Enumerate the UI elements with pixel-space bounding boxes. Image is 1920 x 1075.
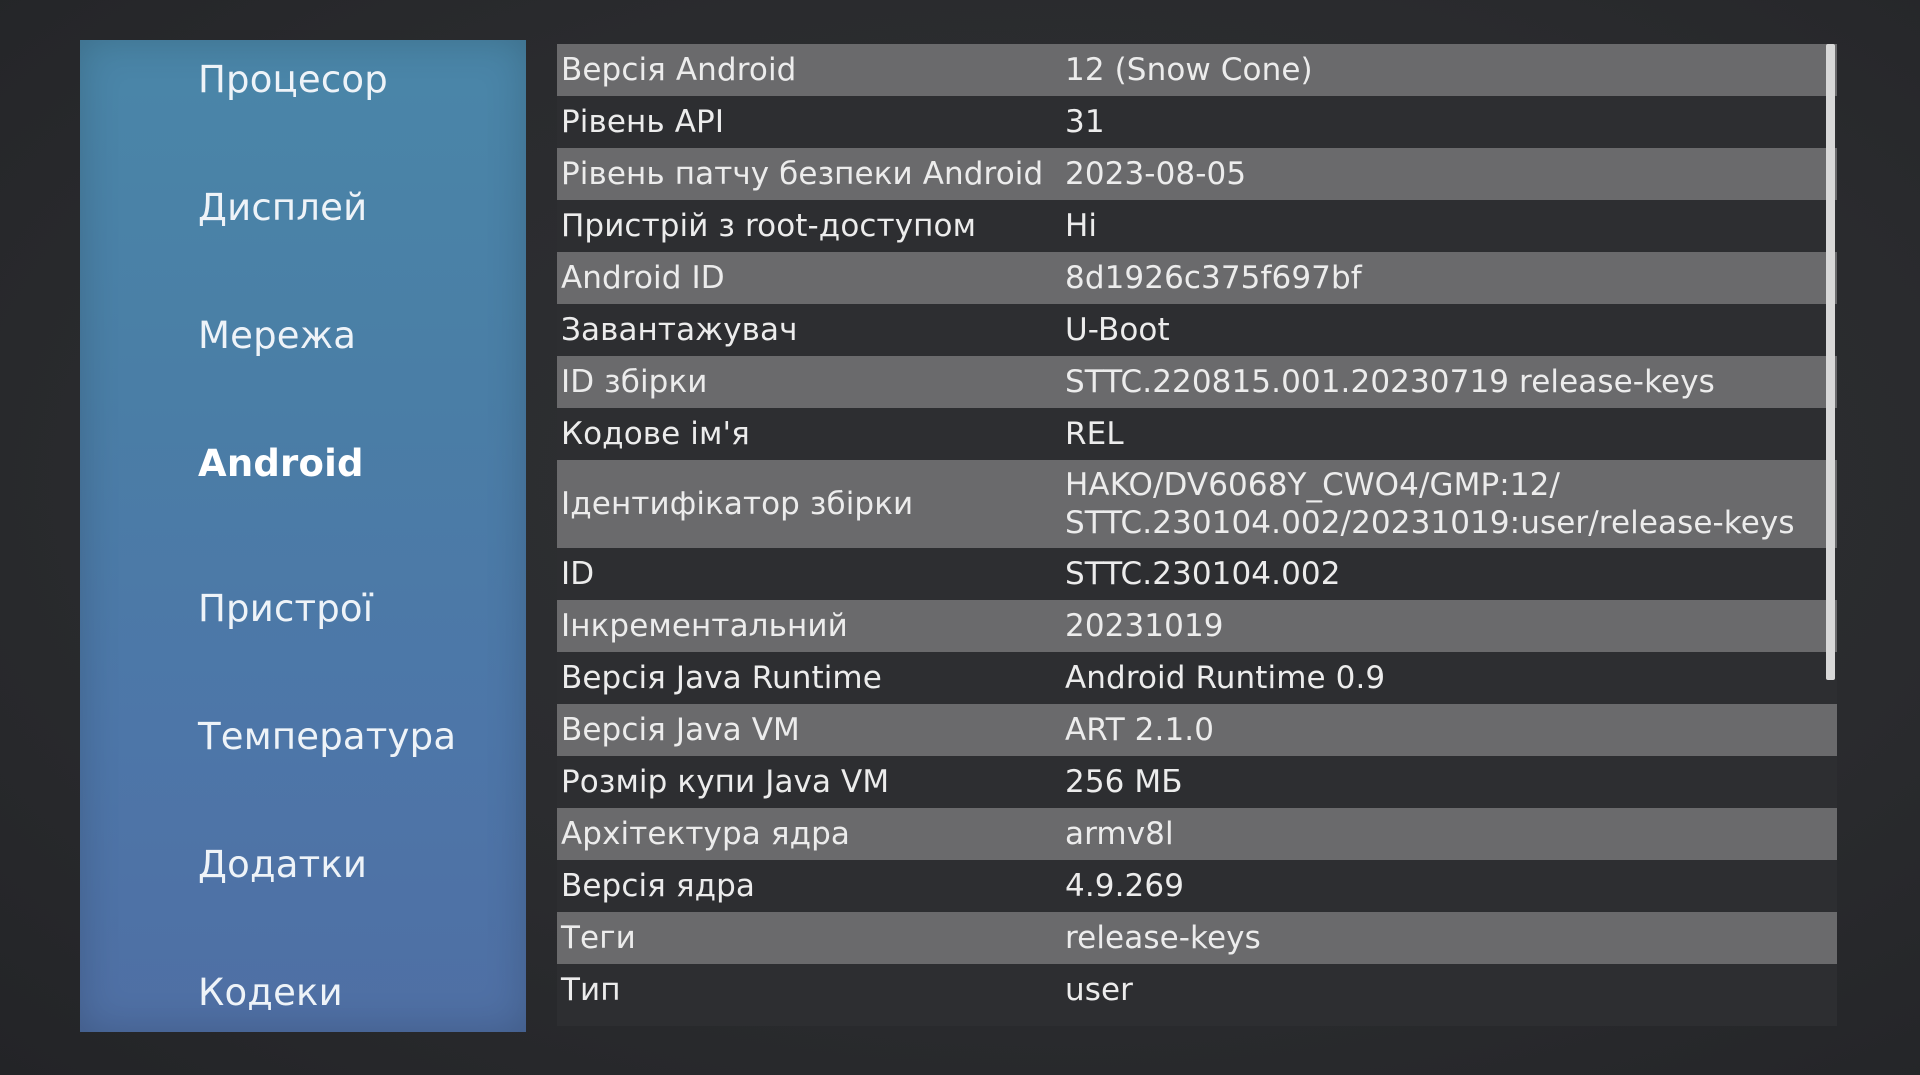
sidebar-item-android[interactable]: Android bbox=[198, 442, 364, 485]
table-scrollbar[interactable] bbox=[1826, 44, 1835, 680]
row-label: Інкрементальний bbox=[561, 608, 848, 644]
table-row: Android ID 8d1926c375f697bf bbox=[557, 252, 1837, 304]
row-label: Версія ядра bbox=[561, 868, 756, 904]
row-value: 2023-08-05 bbox=[1065, 156, 1247, 192]
row-value: 256 МБ bbox=[1065, 764, 1183, 800]
row-label: Рівень API bbox=[561, 104, 725, 140]
row-label: Версія Java Runtime bbox=[561, 660, 882, 696]
android-info-table: Версія Android 12 (Snow Cone) Рівень API… bbox=[557, 44, 1837, 1026]
row-label: Тип bbox=[561, 972, 621, 1008]
row-label: Завантажувач bbox=[561, 312, 798, 348]
table-row: Пристрій з root-доступом Ні bbox=[557, 200, 1837, 252]
row-value: REL bbox=[1065, 416, 1124, 452]
row-value: user bbox=[1065, 972, 1134, 1008]
category-sidebar: Процесор Дисплей Мережа Android Пристрої… bbox=[80, 40, 526, 1032]
table-row: ID збірки STTC.220815.001.20230719 relea… bbox=[557, 356, 1837, 408]
row-label: Android ID bbox=[561, 260, 725, 296]
table-row: Архітектура ядра armv8l bbox=[557, 808, 1837, 860]
row-value: ART 2.1.0 bbox=[1065, 712, 1215, 748]
row-label: Архітектура ядра bbox=[561, 816, 850, 852]
row-value: 20231019 bbox=[1065, 608, 1224, 644]
row-value: 8d1926c375f697bf bbox=[1065, 260, 1362, 296]
row-value: HAKO/DV6068Y_CWO4/GMP:12/ STTC.230104.00… bbox=[1065, 467, 1795, 541]
table-row: ID STTC.230104.002 bbox=[557, 548, 1837, 600]
row-label: ID збірки bbox=[561, 364, 708, 400]
table-row: Версія Java Runtime Android Runtime 0.9 bbox=[557, 652, 1837, 704]
row-value: STTC.230104.002 bbox=[1065, 556, 1341, 592]
row-label: Версія Java VM bbox=[561, 712, 800, 748]
row-value: Ні bbox=[1065, 208, 1098, 244]
row-label: Розмір купи Java VM bbox=[561, 764, 890, 800]
table-row: Тип user bbox=[557, 964, 1837, 1016]
row-label: Рівень патчу безпеки Android bbox=[561, 156, 1044, 192]
device-info-screen: Процесор Дисплей Мережа Android Пристрої… bbox=[0, 0, 1920, 1075]
sidebar-item-apps[interactable]: Додатки bbox=[198, 843, 367, 886]
table-row: Версія ядра 4.9.269 bbox=[557, 860, 1837, 912]
table-row: Інкрементальний 20231019 bbox=[557, 600, 1837, 652]
row-label: Пристрій з root-доступом bbox=[561, 208, 977, 244]
table-row: Версія Java VM ART 2.1.0 bbox=[557, 704, 1837, 756]
table-row: Рівень патчу безпеки Android 2023-08-05 bbox=[557, 148, 1837, 200]
row-value: release-keys bbox=[1065, 920, 1261, 956]
table-row: Рівень API 31 bbox=[557, 96, 1837, 148]
row-value: STTC.220815.001.20230719 release-keys bbox=[1065, 364, 1715, 400]
row-value: 12 (Snow Cone) bbox=[1065, 52, 1313, 88]
table-row: Версія Android 12 (Snow Cone) bbox=[557, 44, 1837, 96]
row-label: Кодове ім'я bbox=[561, 416, 750, 452]
sidebar-item-devices[interactable]: Пристрої bbox=[198, 587, 373, 630]
sidebar-item-display[interactable]: Дисплей bbox=[198, 186, 367, 229]
row-value: 4.9.269 bbox=[1065, 868, 1185, 904]
table-row: Ідентифікатор збірки HAKO/DV6068Y_CWO4/G… bbox=[557, 460, 1837, 548]
sidebar-item-network[interactable]: Мережа bbox=[198, 314, 356, 357]
row-label: Теги bbox=[561, 920, 636, 956]
row-value: 31 bbox=[1065, 104, 1105, 140]
row-value: armv8l bbox=[1065, 816, 1174, 852]
row-label: Версія Android bbox=[561, 52, 797, 88]
row-label: Ідентифікатор збірки bbox=[561, 486, 914, 522]
sidebar-item-temperature[interactable]: Температура bbox=[198, 715, 456, 758]
row-value: Android Runtime 0.9 bbox=[1065, 660, 1386, 696]
table-row: Кодове ім'я REL bbox=[557, 408, 1837, 460]
row-label: ID bbox=[561, 556, 595, 592]
table-row: Завантажувач U-Boot bbox=[557, 304, 1837, 356]
sidebar-item-processor[interactable]: Процесор bbox=[198, 58, 388, 101]
sidebar-item-codecs[interactable]: Кодеки bbox=[198, 971, 343, 1014]
row-value: U-Boot bbox=[1065, 312, 1170, 348]
table-row: Теги release-keys bbox=[557, 912, 1837, 964]
table-row-partial bbox=[557, 1016, 1837, 1026]
table-row: Розмір купи Java VM 256 МБ bbox=[557, 756, 1837, 808]
